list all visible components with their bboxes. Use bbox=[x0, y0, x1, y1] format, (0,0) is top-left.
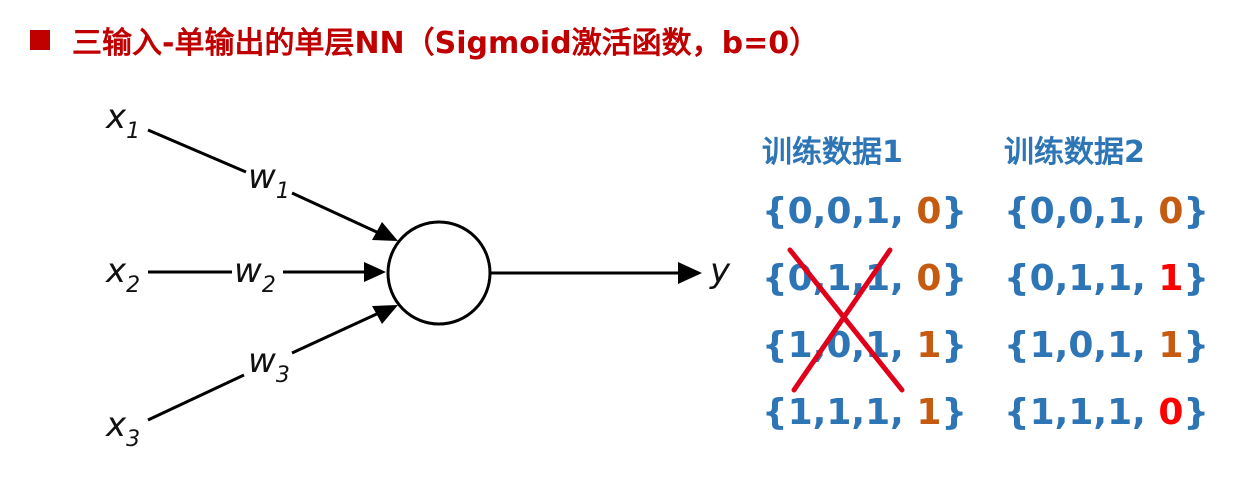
cross-out-mark-icon bbox=[787, 247, 905, 393]
